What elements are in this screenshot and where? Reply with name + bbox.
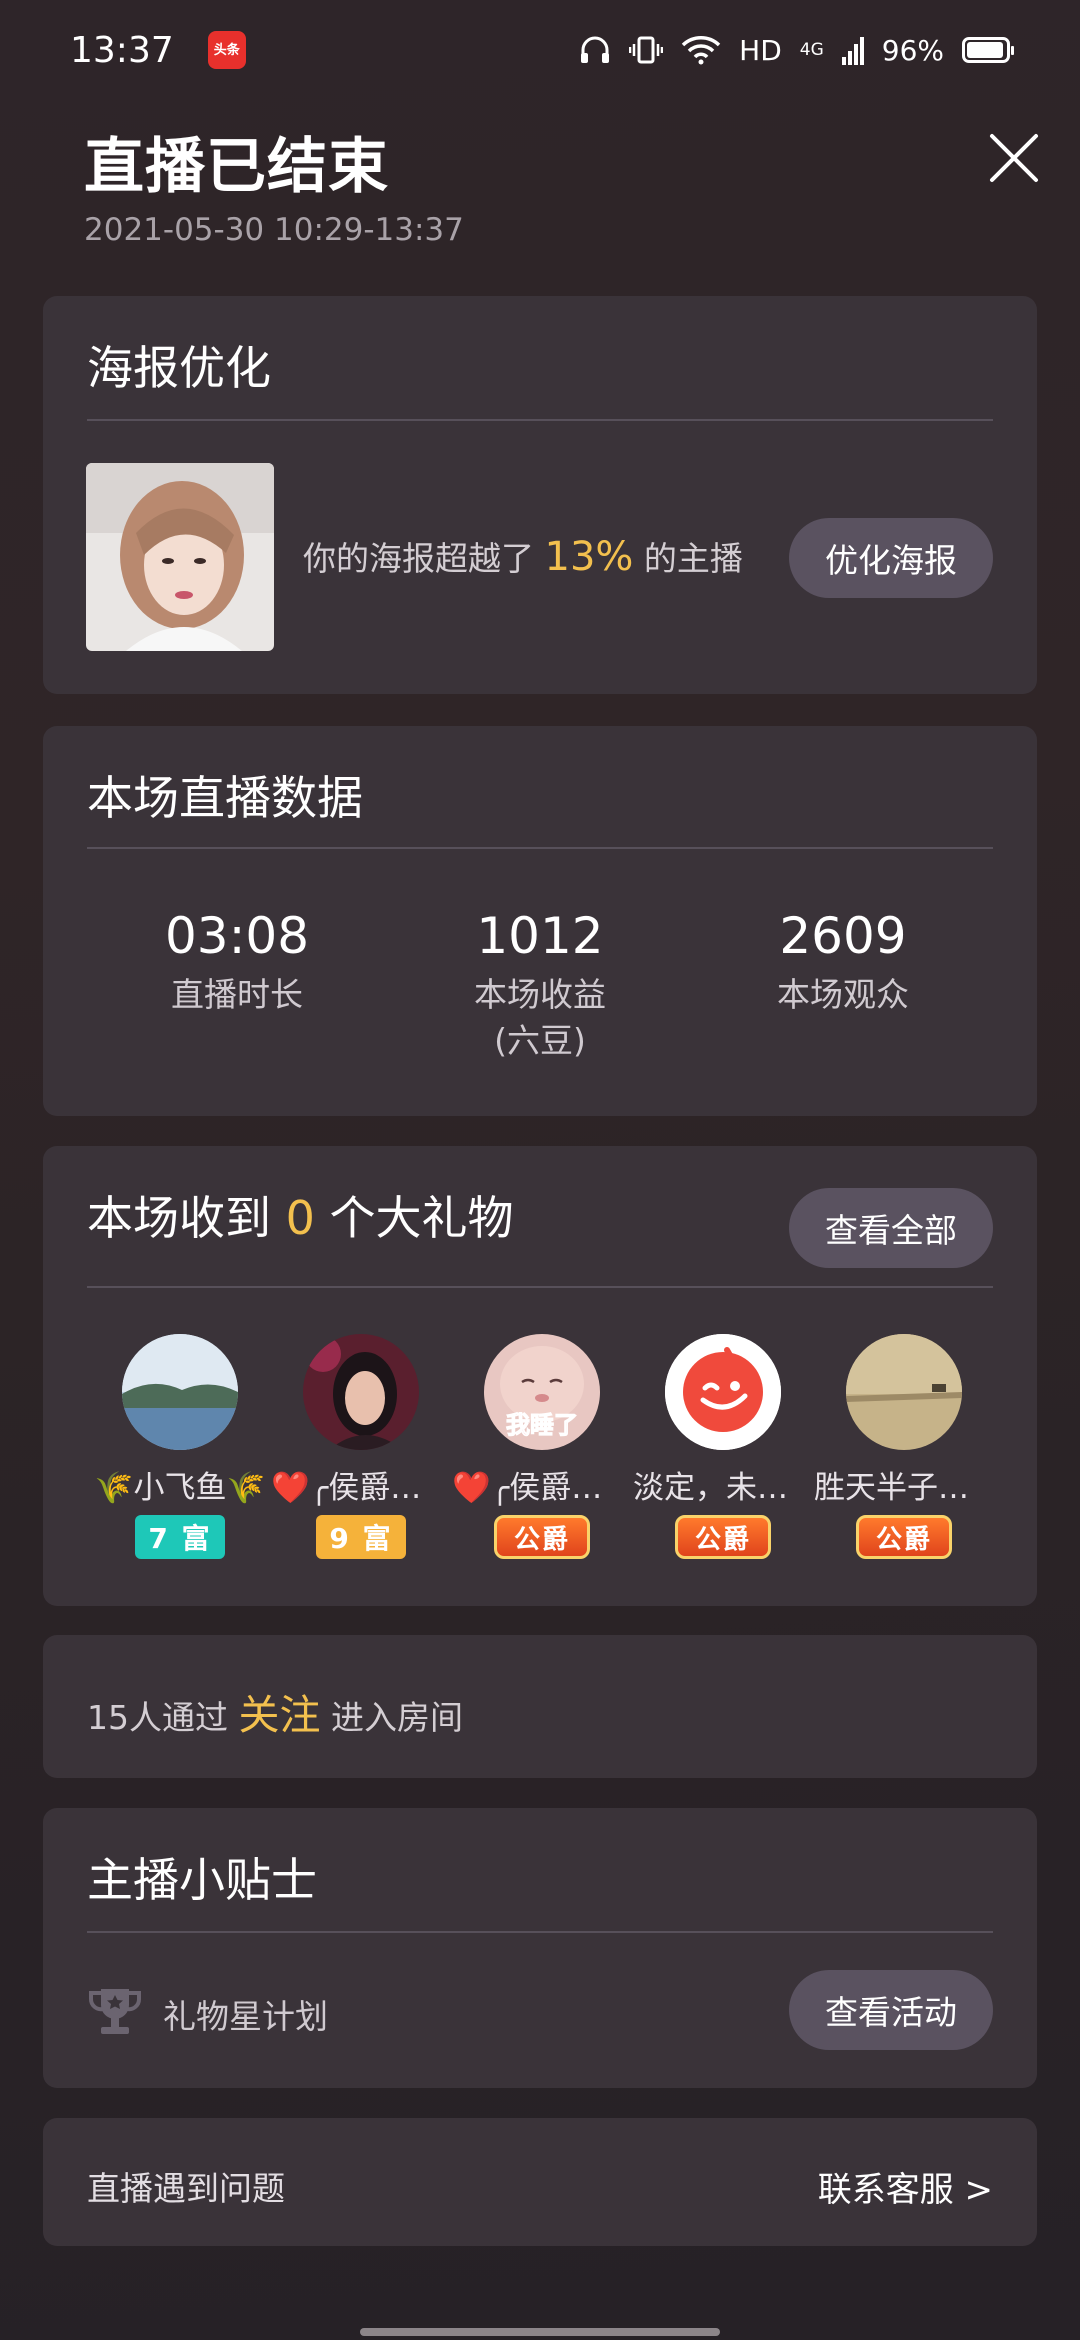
- noble-badge: 公爵: [494, 1515, 590, 1559]
- status-time: 13:37: [70, 29, 174, 71]
- poster-text-after: 的主播: [643, 539, 743, 578]
- battery-icon: [962, 37, 1014, 63]
- headphones-icon: [581, 36, 610, 63]
- view-all-gifts-button[interactable]: 查看全部: [789, 1188, 993, 1268]
- trophy-icon: [89, 1989, 141, 2034]
- gifts-title: 本场收到 0 个大礼物: [87, 1182, 514, 1248]
- stat-duration: 03:08 直播时长: [87, 906, 387, 1018]
- stat-earnings-unit: (六豆): [494, 1021, 586, 1060]
- gifter-item[interactable]: ❤️╭侯爵团… 9 富: [271, 1334, 451, 1559]
- stat-duration-label: 直播时长: [171, 975, 303, 1014]
- follow-entry-text: 15人通过 关注 进入房间: [87, 1681, 463, 1741]
- stat-viewers-value: 2609: [779, 907, 907, 965]
- gifter-item[interactable]: 🌾小飞鱼🌾 7 富: [90, 1334, 270, 1559]
- poster-text-before: 你的海报超越了: [303, 539, 534, 578]
- gifts-title-after: 个大礼物: [329, 1191, 514, 1245]
- live-problem-label: 直播遇到问题: [87, 2169, 285, 2208]
- toutiao-app-icon: 头条: [207, 31, 246, 69]
- wifi-icon: [681, 36, 721, 65]
- toutiao-logo-icon: [665, 1334, 781, 1450]
- home-indicator[interactable]: [360, 2328, 720, 2336]
- gifter-item[interactable]: 淡定，未来… 公爵: [633, 1334, 813, 1559]
- network-type: 4G: [799, 39, 824, 60]
- close-icon[interactable]: [986, 130, 1042, 186]
- gifter-name: 胜天半子《…: [814, 1470, 994, 1506]
- avatar-overlay-text: 我睡了: [506, 1411, 579, 1440]
- live-time-range: 2021-05-30 10:29-13:37: [84, 212, 464, 248]
- stat-earnings-label: 本场收益: [474, 975, 606, 1014]
- avatar-image: [122, 1334, 238, 1450]
- noble-badge: 公爵: [856, 1515, 952, 1559]
- host-tips-card: 主播小贴士 礼物星计划 查看活动: [43, 1808, 1037, 2088]
- host-tips-title: 主播小贴士: [87, 1853, 317, 1907]
- stat-viewers: 2609 本场观众: [693, 906, 993, 1018]
- network-indicator: 4G: [799, 39, 824, 60]
- divider: [87, 1286, 993, 1288]
- wealth-badge: 7 富: [135, 1515, 225, 1559]
- status-bar: 13:37 头条 HD 4G 96%: [0, 0, 1080, 100]
- optimize-poster-button[interactable]: 优化海报: [789, 518, 993, 598]
- stat-duration-value: 03:08: [164, 907, 310, 965]
- divider: [87, 847, 993, 849]
- divider: [87, 1931, 993, 1933]
- gifter-item[interactable]: 胜天半子《… 公爵: [814, 1334, 994, 1559]
- poster-card: 海报优化 你的海报超越了 13% 的主播 优化海报: [43, 296, 1037, 694]
- avatar[interactable]: [303, 1334, 419, 1450]
- gifter-name: ❤️╭侯爵团…: [452, 1470, 632, 1506]
- poster-image: [86, 463, 274, 651]
- page-title: 直播已结束: [84, 132, 389, 202]
- avatar-image: [303, 1334, 419, 1450]
- help-card: 直播遇到问题 联系客服 >: [43, 2118, 1037, 2246]
- gifter-name: 淡定，未来…: [633, 1470, 813, 1506]
- divider: [87, 419, 993, 421]
- avatar[interactable]: [665, 1334, 781, 1450]
- stat-earnings-value: 1012: [476, 907, 604, 965]
- follow-card: 15人通过 关注 进入房间: [43, 1635, 1037, 1778]
- gifts-card: 本场收到 0 个大礼物 查看全部 🌾小飞鱼🌾 7 富 ❤️╭侯爵团… 9 富 我…: [43, 1146, 1037, 1606]
- gifter-item[interactable]: 我睡了 ❤️╭侯爵团… 公爵: [452, 1334, 632, 1559]
- noble-badge: 公爵: [675, 1515, 771, 1559]
- avatar[interactable]: [846, 1334, 962, 1450]
- gifts-count: 0: [285, 1191, 315, 1245]
- gifts-title-before: 本场收到: [87, 1191, 271, 1245]
- live-stats-title: 本场直播数据: [87, 771, 363, 825]
- avatar[interactable]: 我睡了: [484, 1334, 600, 1450]
- hd-indicator: HD: [739, 33, 782, 67]
- poster-card-title: 海报优化: [87, 341, 271, 395]
- poster-thumbnail[interactable]: [86, 463, 274, 651]
- battery-fill: [967, 42, 1004, 58]
- follow-highlight: 关注: [238, 1691, 321, 1739]
- signal-icon: [841, 37, 864, 65]
- gifter-name: ❤️╭侯爵团…: [271, 1470, 451, 1506]
- avatar-image: [846, 1334, 962, 1450]
- gifter-name: 🌾小飞鱼🌾: [94, 1470, 266, 1506]
- stat-viewers-label: 本场观众: [777, 975, 909, 1014]
- follow-text-before: 15人通过: [87, 1698, 228, 1737]
- poster-percent: 13%: [544, 534, 634, 580]
- contact-support-link[interactable]: 联系客服 >: [818, 2162, 993, 2211]
- wealth-badge: 9 富: [316, 1515, 406, 1559]
- battery-percent: 96%: [881, 33, 944, 67]
- gift-star-plan-label: 礼物星计划: [163, 1997, 328, 2036]
- live-stats-card: 本场直播数据 03:08 直播时长 1012 本场收益 (六豆) 2609 本场…: [43, 726, 1037, 1116]
- vibrate-icon: [629, 36, 664, 64]
- status-icons: HD 4G 96%: [579, 33, 1014, 67]
- avatar[interactable]: [122, 1334, 238, 1450]
- view-activity-button[interactable]: 查看活动: [789, 1970, 993, 2050]
- stat-earnings: 1012 本场收益 (六豆): [390, 906, 690, 1064]
- poster-rank-text: 你的海报超越了 13% 的主播: [303, 532, 743, 580]
- follow-text-after: 进入房间: [331, 1698, 463, 1737]
